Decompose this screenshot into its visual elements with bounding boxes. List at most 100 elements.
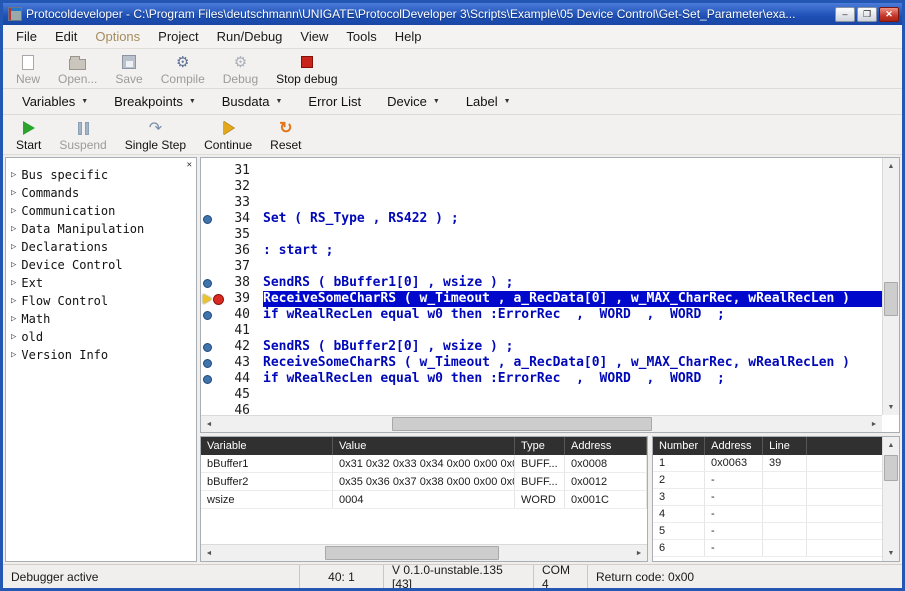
table-row[interactable]: 2 - <box>653 472 882 489</box>
column-header[interactable]: Type <box>515 437 565 455</box>
column-header[interactable]: Address <box>565 437 647 455</box>
breakpoint-gutter[interactable] <box>201 323 229 339</box>
editor-line[interactable]: 32 <box>201 179 882 195</box>
tree-item-ext[interactable]: ▷ Ext <box>6 274 196 292</box>
expander-icon[interactable]: ▷ <box>11 170 16 180</box>
breakpoint-marker-icon[interactable] <box>203 343 212 352</box>
scrollbar-thumb[interactable] <box>884 282 898 316</box>
breakpoint-marker-icon[interactable] <box>203 215 212 224</box>
breakpoint-gutter[interactable] <box>201 403 229 415</box>
table-row[interactable]: 4 - <box>653 506 882 523</box>
expander-icon[interactable]: ▷ <box>11 242 16 252</box>
device-dropdown[interactable]: Device ▼ <box>376 91 451 112</box>
breakpoint-gutter[interactable] <box>201 179 229 195</box>
tree-item-bus-specific[interactable]: ▷ Bus specific <box>6 166 196 184</box>
menu-edit[interactable]: Edit <box>46 26 86 47</box>
expander-icon[interactable]: ▷ <box>11 314 16 324</box>
scrollbar-thumb[interactable] <box>392 417 652 431</box>
editor-line[interactable]: 35 <box>201 227 882 243</box>
table-row[interactable]: bBuffer2 0x35 0x36 0x37 0x38 0x00 0x00 0… <box>201 473 647 491</box>
breakpoint-gutter[interactable] <box>201 259 229 275</box>
breakpoint-marker-icon[interactable] <box>203 375 212 384</box>
table-row[interactable]: 6 - <box>653 540 882 557</box>
breakpoint-gutter[interactable] <box>201 307 229 323</box>
editor-line[interactable]: 37 <box>201 259 882 275</box>
editor-line[interactable]: 43ReceiveSomeCharRS ( w_Timeout , a_RecD… <box>201 355 882 371</box>
error-list-button[interactable]: Error List <box>297 91 372 112</box>
table-row[interactable]: wsize 0004 WORD 0x001C <box>201 491 647 509</box>
expander-icon[interactable]: ▷ <box>11 278 16 288</box>
tree-item-communication[interactable]: ▷ Communication <box>6 202 196 220</box>
tree-item-math[interactable]: ▷ Math <box>6 310 196 328</box>
breakpoint-gutter[interactable] <box>201 291 229 307</box>
scroll-right-icon[interactable]: ► <box>631 545 647 561</box>
menu-view[interactable]: View <box>291 26 337 47</box>
expander-icon[interactable]: ▷ <box>11 206 16 216</box>
editor-line[interactable]: 38SendRS ( bBuffer1[0] , wsize ) ; <box>201 275 882 291</box>
breakpoint-gutter[interactable] <box>201 371 229 387</box>
breakpoint-gutter[interactable] <box>201 195 229 211</box>
variables-dropdown[interactable]: Variables ▼ <box>11 91 99 112</box>
table-row[interactable]: 1 0x0063 39 <box>653 455 882 472</box>
breakpoint-marker-icon[interactable] <box>203 311 212 320</box>
column-header[interactable]: Address <box>705 437 763 455</box>
breakpoint-marker-icon[interactable] <box>203 279 212 288</box>
compile-button[interactable]: ⚙ Compile <box>154 52 212 88</box>
title-bar[interactable]: Protocoldeveloper - C:\Program Files\deu… <box>3 3 902 25</box>
busdata-dropdown[interactable]: Busdata ▼ <box>211 91 294 112</box>
maximize-button[interactable]: ❐ <box>857 7 877 22</box>
expander-icon[interactable]: ▷ <box>11 350 16 360</box>
save-button[interactable]: Save <box>108 52 149 88</box>
editor-line[interactable]: 41 <box>201 323 882 339</box>
tree-item-declarations[interactable]: ▷ Declarations <box>6 238 196 256</box>
scroll-up-icon[interactable]: ▲ <box>883 437 899 453</box>
reset-button[interactable]: ↻ Reset <box>263 118 308 154</box>
menu-options[interactable]: Options <box>86 26 149 47</box>
scroll-down-icon[interactable]: ▼ <box>883 545 899 561</box>
column-header[interactable]: Line <box>763 437 807 455</box>
variables-horizontal-scrollbar[interactable]: ◄ ► <box>201 544 647 561</box>
menu-run-debug[interactable]: Run/Debug <box>208 26 292 47</box>
tree-item-flow-control[interactable]: ▷ Flow Control <box>6 292 196 310</box>
menu-file[interactable]: File <box>7 26 46 47</box>
scrollbar-track[interactable] <box>883 453 899 545</box>
scrollbar-thumb[interactable] <box>325 546 499 560</box>
scroll-up-icon[interactable]: ▲ <box>883 158 899 174</box>
menu-help[interactable]: Help <box>386 26 431 47</box>
table-row[interactable]: 3 - <box>653 489 882 506</box>
editor-horizontal-scrollbar[interactable]: ◄ ► <box>201 415 882 432</box>
scroll-left-icon[interactable]: ◄ <box>201 545 217 561</box>
editor-line[interactable]: 36: start ; <box>201 243 882 259</box>
breakpoint-gutter[interactable] <box>201 211 229 227</box>
scrollbar-track[interactable] <box>217 545 631 561</box>
editor-line[interactable]: 46 <box>201 403 882 415</box>
expander-icon[interactable]: ▷ <box>11 188 16 198</box>
suspend-button[interactable]: Suspend <box>52 118 113 154</box>
active-breakpoint-icon[interactable] <box>213 294 224 305</box>
table-row[interactable]: bBuffer1 0x31 0x32 0x33 0x34 0x00 0x00 0… <box>201 455 647 473</box>
column-header[interactable]: Variable <box>201 437 333 455</box>
breakpoint-gutter[interactable] <box>201 355 229 371</box>
label-dropdown[interactable]: Label ▼ <box>455 91 522 112</box>
menu-project[interactable]: Project <box>149 26 207 47</box>
editor-line[interactable]: 34Set ( RS_Type , RS422 ) ; <box>201 211 882 227</box>
breakpoint-gutter[interactable] <box>201 243 229 259</box>
tree-item-data-manipulation[interactable]: ▷ Data Manipulation <box>6 220 196 238</box>
minimize-button[interactable]: – <box>835 7 855 22</box>
editor-line[interactable]: 40if wRealRecLen equal w0 then :ErrorRec… <box>201 307 882 323</box>
breakpoints-vertical-scrollbar[interactable]: ▲ ▼ <box>882 437 899 561</box>
editor-line[interactable]: 31 <box>201 163 882 179</box>
debug-button[interactable]: ⚙ Debug <box>216 52 265 88</box>
panel-close-icon[interactable]: ✕ <box>187 160 192 170</box>
column-header[interactable]: Number <box>653 437 705 455</box>
column-header[interactable]: Value <box>333 437 515 455</box>
scroll-left-icon[interactable]: ◄ <box>201 416 217 432</box>
continue-button[interactable]: Continue <box>197 118 259 154</box>
table-row[interactable]: 5 - <box>653 523 882 540</box>
breakpoint-gutter[interactable] <box>201 227 229 243</box>
close-button[interactable]: ✕ <box>879 7 899 22</box>
tree-item-old[interactable]: ▷ old <box>6 328 196 346</box>
editor-line[interactable]: 44if wRealRecLen equal w0 then :ErrorRec… <box>201 371 882 387</box>
editor-line-current[interactable]: 39ReceiveSomeCharRS ( w_Timeout , a_RecD… <box>201 291 882 307</box>
breakpoint-gutter[interactable] <box>201 275 229 291</box>
